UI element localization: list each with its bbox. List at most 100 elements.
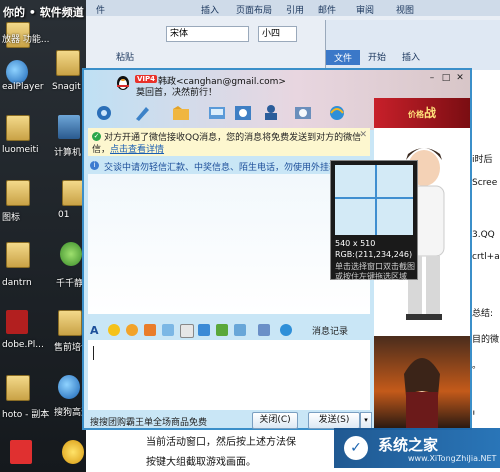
desktop-icon-label: ealPlayer [2, 82, 44, 92]
doc-line: i时后 [472, 155, 493, 165]
qq-icon [62, 440, 84, 464]
paste-button[interactable]: 粘贴 [116, 50, 134, 63]
word-tab[interactable]: 插入 [201, 3, 219, 16]
watermark-url: www.XiTongZhiJia.NET [408, 454, 497, 463]
maximize-icon[interactable]: □ [440, 73, 452, 83]
notice-close-icon[interactable]: ✕ [359, 130, 367, 140]
screenshot-hint-2: 或按住左键拖选区域 [335, 272, 407, 281]
font-select[interactable]: 宋体 [166, 26, 249, 42]
crosshair-vertical [375, 165, 377, 235]
image-icon[interactable] [198, 324, 210, 336]
desktop-icon-label: hoto - 副本 [2, 410, 50, 420]
word2-tab-insert[interactable]: 插入 [402, 50, 420, 63]
folder-icon [56, 50, 80, 76]
adobe-icon [6, 310, 28, 334]
send-button[interactable]: 发送(S) [308, 412, 360, 429]
crosshair-horizontal [335, 197, 413, 199]
word-tab[interactable]: 页面布局 [236, 3, 272, 16]
word-tab[interactable]: 视图 [396, 3, 414, 16]
folder-icon [6, 242, 30, 268]
screenshot-magnifier: 540 x 510 RGB:(211,234,246) 单击选择窗口双击截图 或… [330, 160, 418, 281]
word-tab[interactable]: 审阅 [356, 3, 374, 16]
folder-icon [6, 180, 30, 206]
doc-line: 总结: [472, 309, 494, 319]
message-input[interactable] [88, 340, 370, 410]
notice-prefix: 信， [92, 145, 111, 155]
magnifier-preview [335, 165, 413, 235]
music-icon[interactable] [216, 324, 228, 336]
ttplayer-icon [60, 242, 82, 266]
video-call-icon[interactable] [94, 103, 116, 123]
word2-tab-home[interactable]: 开始 [368, 50, 386, 63]
word-ribbon-2: 文件 开始 插入 [325, 20, 500, 70]
word-tab[interactable]: 引用 [286, 3, 304, 16]
doc-line: 。 [472, 361, 482, 371]
magic-emoji-icon[interactable] [126, 324, 138, 336]
doc-line: 目的微 [472, 335, 500, 345]
screenshot-icon[interactable] [234, 324, 246, 336]
desktop-icon-label: Snagit [52, 82, 81, 92]
desktop-icon-label: dobe.Pl... [2, 340, 44, 350]
create-discussion-icon[interactable] [206, 103, 228, 123]
shake-icon[interactable] [144, 324, 156, 336]
folder-icon [6, 115, 30, 141]
xitongzhijia-logo-icon: ✓ [344, 436, 368, 460]
vip-badge: VIP4 [135, 75, 158, 83]
notice-link[interactable]: 点击查看详情 [110, 145, 164, 155]
document-right-text: i时后 Scree 3.QQ crtl+a 总结: 目的微 。 ! [470, 70, 500, 450]
warning-text: 交谈中请勿轻信汇款、中奖信息、陌生电话，勿使用外挂软件 [104, 163, 348, 173]
sogou-browser-icon [58, 375, 80, 399]
ad-banner[interactable]: 价格战 [374, 98, 470, 128]
doodle-icon[interactable] [180, 324, 194, 338]
folder-icon [58, 310, 82, 336]
window-controls: – □ ✕ [424, 73, 466, 83]
wechat-notice: ✓ 对方开通了微信接收QQ消息，您的消息将免费发送到对方的微信 信，点击查看详情… [88, 128, 370, 156]
doc-line: Scree [472, 178, 498, 188]
minimize-icon[interactable]: – [426, 73, 438, 83]
contact-signature: 莫回首，决然前行！ [136, 88, 218, 98]
group-chat-icon[interactable] [232, 103, 254, 123]
font-size-select[interactable]: 小四 [258, 26, 297, 42]
emoji-icon[interactable] [108, 324, 120, 336]
search-icon[interactable] [280, 324, 292, 336]
close-icon[interactable]: ✕ [454, 73, 466, 83]
word-tab[interactable]: 邮件 [318, 3, 336, 16]
text-cursor [93, 346, 94, 360]
apps-icon[interactable] [292, 103, 314, 123]
desktop-icon-label: 01 [58, 210, 70, 220]
close-button[interactable]: 关闭(C) [252, 412, 298, 429]
ad-banner-small: 价格 [407, 110, 424, 119]
desktop-icon-label: 图标 [2, 213, 21, 223]
word-tab[interactable]: 件 [96, 3, 105, 16]
info-icon: i [90, 161, 99, 170]
more-icon[interactable] [258, 324, 270, 336]
message-history-button[interactable]: 消息记录 [312, 324, 348, 337]
send-options-icon[interactable]: ▾ [360, 412, 372, 429]
penguin-icon [114, 74, 132, 90]
desktop-icon-label: 放器 功能... [2, 35, 50, 45]
message-history-area[interactable] [88, 174, 370, 314]
send-file-icon[interactable] [170, 103, 192, 123]
doc-line: 当前活动窗口，然后按上述方法保 [146, 437, 296, 448]
contact-show-avatar[interactable] [374, 336, 470, 428]
font-icon[interactable]: A [90, 324, 102, 337]
selection-size: 540 x 510 [335, 239, 376, 248]
ie-icon[interactable] [326, 103, 348, 123]
desktop-icon-label: 计算机 [54, 148, 82, 158]
pixel-rgb: RGB:(211,234,246) [335, 250, 413, 259]
watermark-name: 系统之家 [378, 436, 439, 454]
realplayer-icon [6, 60, 28, 84]
security-warning: i 交谈中请勿轻信汇款、中奖信息、陌生电话，勿使用外挂软件 [88, 159, 370, 173]
check-icon: ✓ [92, 132, 101, 141]
input-method-icon[interactable] [162, 324, 174, 336]
word2-tab-file[interactable]: 文件 [326, 50, 361, 65]
doc-line: 3.QQ [472, 230, 495, 240]
folder-icon [6, 375, 30, 401]
remote-assist-icon[interactable] [260, 103, 282, 123]
desktop-icon-label: dantrn [2, 278, 32, 288]
app-icon [10, 440, 32, 464]
voice-call-icon[interactable] [132, 103, 154, 123]
watermark-bottom-right: ✓ 系统之家 www.XiTongZhiJia.NET [334, 428, 500, 468]
ad-text[interactable]: 搜搜团购霸王单全场商品免费 [90, 415, 207, 428]
computer-icon [58, 115, 80, 139]
